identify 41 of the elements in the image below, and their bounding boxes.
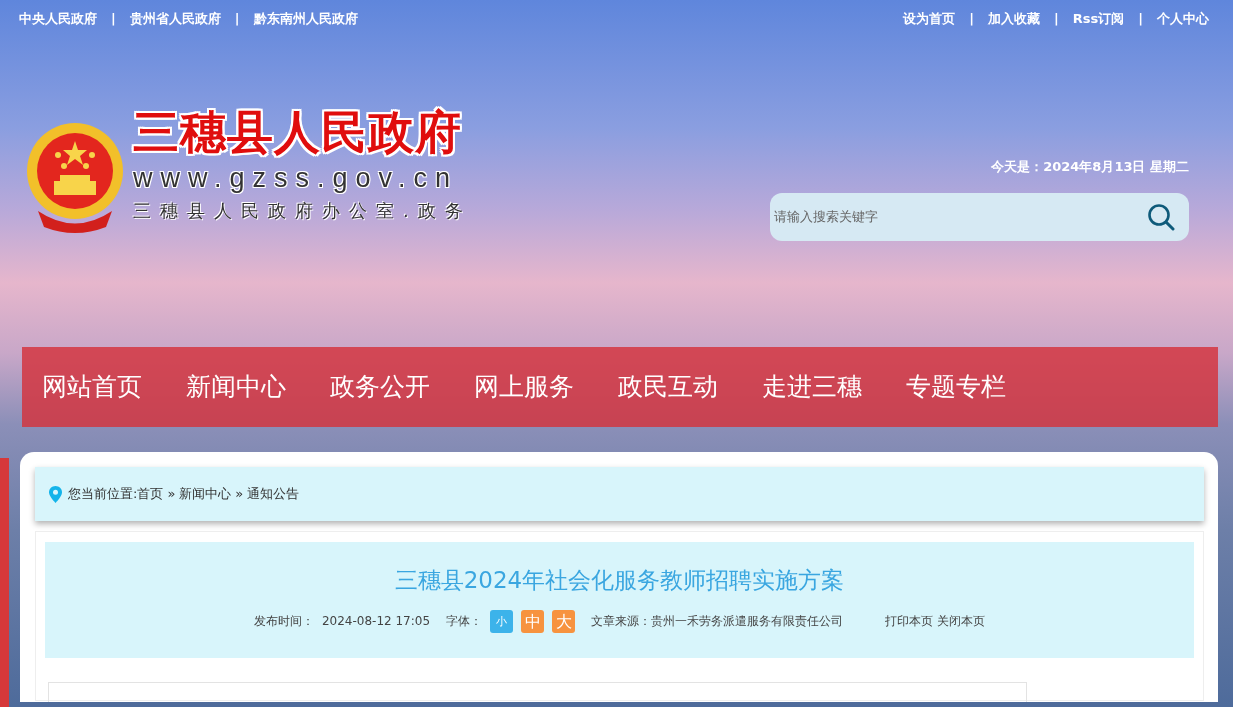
separator: | bbox=[111, 10, 116, 29]
nav-link[interactable]: 新闻中心 bbox=[186, 368, 308, 406]
breadcrumb-separator: » bbox=[167, 485, 176, 504]
search-icon[interactable] bbox=[1147, 202, 1175, 231]
source-label: 文章来源： bbox=[591, 613, 652, 630]
separator: | bbox=[969, 10, 974, 29]
top-action-link[interactable]: 个人中心 bbox=[1157, 9, 1209, 29]
breadcrumb-link[interactable]: 新闻中心 bbox=[179, 484, 232, 504]
font-size-button[interactable]: 小 bbox=[490, 609, 514, 633]
top-link[interactable]: 黔东南州人民政府 bbox=[253, 9, 358, 29]
article-title: 三穗县2024年社会化服务教师招聘实施方案 bbox=[394, 566, 845, 595]
top-link[interactable]: 贵州省人民政府 bbox=[129, 9, 221, 29]
page-action-link[interactable]: 关闭本页 bbox=[937, 612, 986, 630]
search-field[interactable]: 请输入搜索关键字 bbox=[770, 192, 1189, 241]
site-url: www.gzss.gov.cn bbox=[133, 165, 460, 192]
site-subtitle: 三穗县人民政府办公室.政务 bbox=[133, 202, 472, 220]
separator: | bbox=[1138, 10, 1143, 29]
breadcrumb-link[interactable]: 通知公告 bbox=[247, 484, 300, 504]
top-link[interactable]: 中央人民政府 bbox=[19, 9, 97, 29]
separator: | bbox=[234, 10, 240, 29]
top-action-link[interactable]: 加入收藏 bbox=[988, 9, 1040, 29]
font-size-label: 字体： bbox=[446, 613, 483, 630]
nav-link[interactable]: 专题专栏 bbox=[906, 368, 1028, 406]
nav-link[interactable]: 政民互动 bbox=[618, 368, 740, 406]
breadcrumb-separator: » bbox=[235, 485, 244, 504]
publish-time: 2024-08-12 17:05 bbox=[321, 613, 431, 630]
site-title: 三穗县人民政府 bbox=[133, 109, 463, 155]
breadcrumb-link[interactable]: 首页 bbox=[137, 484, 164, 504]
separator: | bbox=[1054, 10, 1059, 29]
nav-link[interactable]: 网站首页 bbox=[42, 368, 164, 406]
location-pin-icon bbox=[49, 485, 62, 503]
breadcrumb-label: 您当前位置: bbox=[68, 485, 138, 504]
article-source: 贵州一禾劳务派遣服务有限责任公司 bbox=[651, 613, 844, 630]
nav-link[interactable]: 政务公开 bbox=[330, 368, 452, 406]
publish-label: 发布时间： bbox=[253, 613, 314, 630]
top-action-link[interactable]: Rss订阅 bbox=[1072, 9, 1125, 29]
nav-link[interactable]: 走进三穗 bbox=[762, 368, 884, 406]
page-action-link[interactable]: 打印本页 bbox=[885, 612, 934, 630]
nav-link[interactable]: 网上服务 bbox=[474, 368, 596, 406]
current-date: 今天是：2024年8月13日 星期二 bbox=[991, 158, 1189, 176]
top-action-link[interactable]: 设为首页 bbox=[903, 9, 956, 29]
